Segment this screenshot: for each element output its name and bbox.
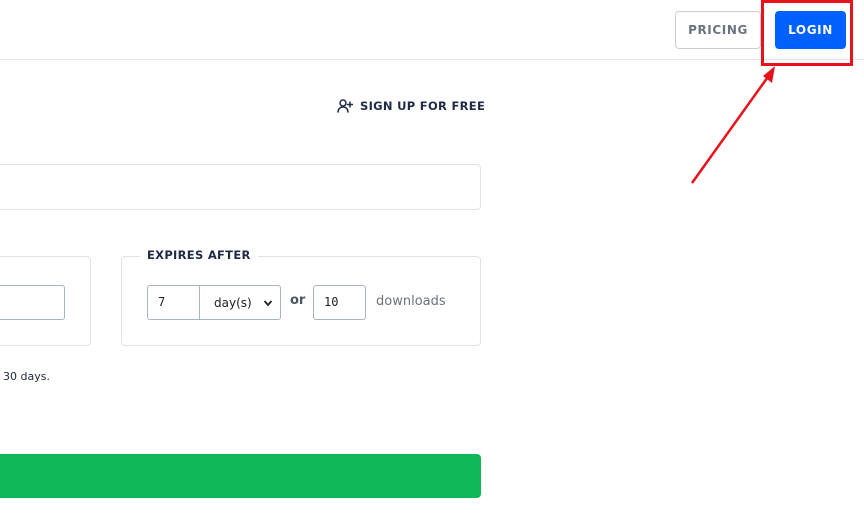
expire-unit-value: day(s): [214, 295, 252, 310]
chevron-down-icon: [263, 300, 273, 307]
transfer-button[interactable]: [0, 454, 481, 498]
header: PRICING LOGIN: [0, 0, 864, 60]
sign-up-label: SIGN UP FOR FREE: [360, 99, 486, 113]
expire-days-input[interactable]: 7: [147, 285, 200, 320]
expire-unit-select[interactable]: day(s): [199, 285, 281, 320]
sign-up-link[interactable]: SIGN UP FOR FREE: [337, 96, 485, 116]
expires-legend: EXPIRES AFTER: [140, 247, 258, 263]
expire-downloads-input[interactable]: 10: [313, 285, 366, 320]
pricing-button[interactable]: PRICING: [675, 11, 761, 49]
retention-note: 30 days.: [3, 370, 50, 383]
login-button[interactable]: LOGIN: [775, 11, 846, 49]
or-label: or: [290, 293, 306, 308]
text-input[interactable]: [0, 164, 481, 210]
page: PRICING LOGIN SIGN UP FOR FREE EXPIRES A…: [0, 0, 864, 523]
left-field-input[interactable]: [0, 285, 65, 320]
user-plus-icon: [337, 99, 353, 113]
downloads-label: downloads: [376, 294, 446, 309]
